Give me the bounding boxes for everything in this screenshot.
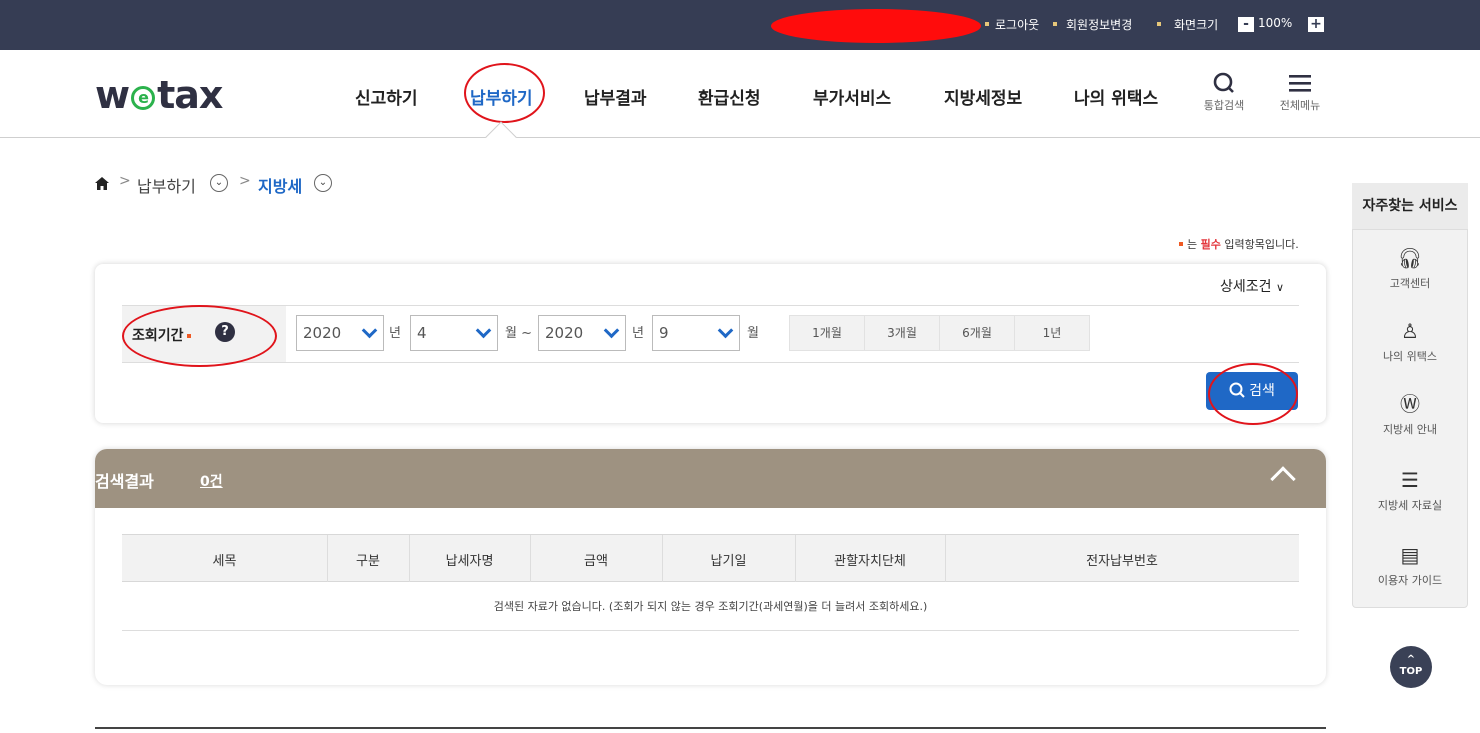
unit-year: 년 [389,326,401,341]
col-taxpayer: 납세자명 [445,554,494,569]
results-title: 검색결과 [95,472,154,491]
logo-tax: tax [157,73,223,117]
member-edit-link[interactable]: 회원정보변경 [1066,16,1132,33]
list-icon: ☰ [1401,468,1419,492]
logout-link[interactable]: 로그아웃 [995,16,1039,33]
empty-results-message: 검색된 자료가 없습니다. (조회가 되지 않는 경우 조회기간(과세연월)을 … [493,600,928,613]
breadcrumb-payment[interactable]: 납부하기 [137,173,196,197]
nav-extra-services[interactable]: 부가서비스 [813,84,891,109]
quick-user-guide[interactable]: ▤ 이용자 가이드 [1352,542,1468,588]
breadcrumb-separator: > [239,173,251,189]
chevron-up-icon: ^ [1406,654,1416,665]
bullet-icon [1157,22,1161,26]
all-menu-label: 전체메뉴 [1279,99,1321,112]
results-count: 0건 [200,474,223,490]
chevron-down-icon [717,322,734,339]
detail-toggle-label: 상세조건 [1220,279,1272,295]
col-tax-item: 세목 [212,554,237,569]
from-year-select[interactable]: 2020 [296,315,384,351]
quick-my-wetax[interactable]: ♙ 나의 위택스 [1352,318,1468,364]
screen-size-label: 화면크기 [1174,18,1219,32]
period-1-year-button[interactable]: 1년 [1014,315,1090,351]
search-icon [1213,72,1234,93]
quick-menu-title: 자주찾는 서비스 [1352,183,1468,230]
nav-my-wetax[interactable]: 나의 위택스 [1074,84,1158,109]
period-1-month-button[interactable]: 1개월 [789,315,865,351]
chevron-down-icon: ∨ [1275,281,1285,294]
col-jurisdiction: 관할자치단체 [834,554,906,569]
nav-refund[interactable]: 환급신청 [698,84,761,109]
footer-divider [95,727,1326,729]
money-bag-icon: Ⓦ [1400,392,1420,416]
breadcrumb-dropdown-icon[interactable]: ⌄ [210,174,228,192]
col-amount: 금액 [584,554,608,569]
col-due-date: 납기일 [710,554,747,569]
quick-local-tax-guide[interactable]: Ⓦ 지방세 안내 [1352,391,1468,437]
logo-w: w [95,73,130,117]
quick-local-tax-archive[interactable]: ☰ 지방세 자료실 [1352,467,1468,513]
zoom-level: 100% [1258,16,1293,30]
table-bottom-border [122,630,1299,631]
header-divider [0,137,1480,138]
chevron-down-icon [603,322,620,339]
period-3-month-button[interactable]: 3개월 [864,315,940,351]
from-month-select[interactable]: 4 [410,315,498,351]
col-e-payment-number: 전자납부번호 [1086,554,1158,569]
home-icon[interactable] [95,177,109,190]
required-marker [1179,242,1183,246]
annotation-circle [464,63,545,123]
breadcrumb-dropdown-icon[interactable]: ⌄ [314,174,332,192]
nav-payment-result[interactable]: 납부결과 [584,84,647,109]
unit-year: 년 [632,326,644,341]
form-bottom-border [122,362,1299,363]
hamburger-icon [1289,75,1311,92]
unit-month-range: 월 ~ [505,326,532,341]
active-nav-pointer [485,121,517,153]
col-type: 구분 [356,554,380,569]
chevron-down-icon [475,322,492,339]
zoom-in-button[interactable]: + [1308,17,1324,32]
form-top-border [122,305,1299,306]
zoom-out-button[interactable]: - [1238,17,1254,32]
annotation-circle [122,305,277,367]
wetax-logo[interactable]: w e tax [95,73,223,117]
nav-local-tax-info[interactable]: 지방세정보 [944,84,1022,109]
logo-e: e [131,86,156,110]
results-header [95,449,1326,508]
quick-customer-center[interactable]: 🎧︎ 고객센터 [1352,245,1468,291]
all-menu-button[interactable]: 전체메뉴 [1276,72,1324,113]
nav-report[interactable]: 신고하기 [355,84,418,109]
bullet-icon [1053,22,1057,26]
breadcrumb-local-tax[interactable]: 지방세 [258,173,302,197]
breadcrumb-separator: > [119,173,131,189]
redaction-mark [771,9,981,43]
required-note: 는 필수 입력항목입니다. [1179,236,1299,252]
to-year-select[interactable]: 2020 [538,315,626,351]
chevron-down-icon [361,322,378,339]
bullet-icon [985,22,989,26]
headset-icon: 🎧︎ [1397,246,1423,270]
unit-month: 월 [747,326,759,341]
search-menu-button[interactable]: 통합검색 [1200,72,1248,113]
period-6-month-button[interactable]: 6개월 [939,315,1015,351]
to-month-select[interactable]: 9 [652,315,740,351]
detail-toggle[interactable]: 상세조건 ∨ [1220,276,1284,296]
chat-icon: ▤ [1400,543,1420,567]
back-to-top-button[interactable]: ^ TOP [1390,646,1432,688]
user-icon: ♙ [1401,319,1419,343]
annotation-circle [1208,363,1298,425]
search-menu-label: 통합검색 [1203,99,1245,112]
